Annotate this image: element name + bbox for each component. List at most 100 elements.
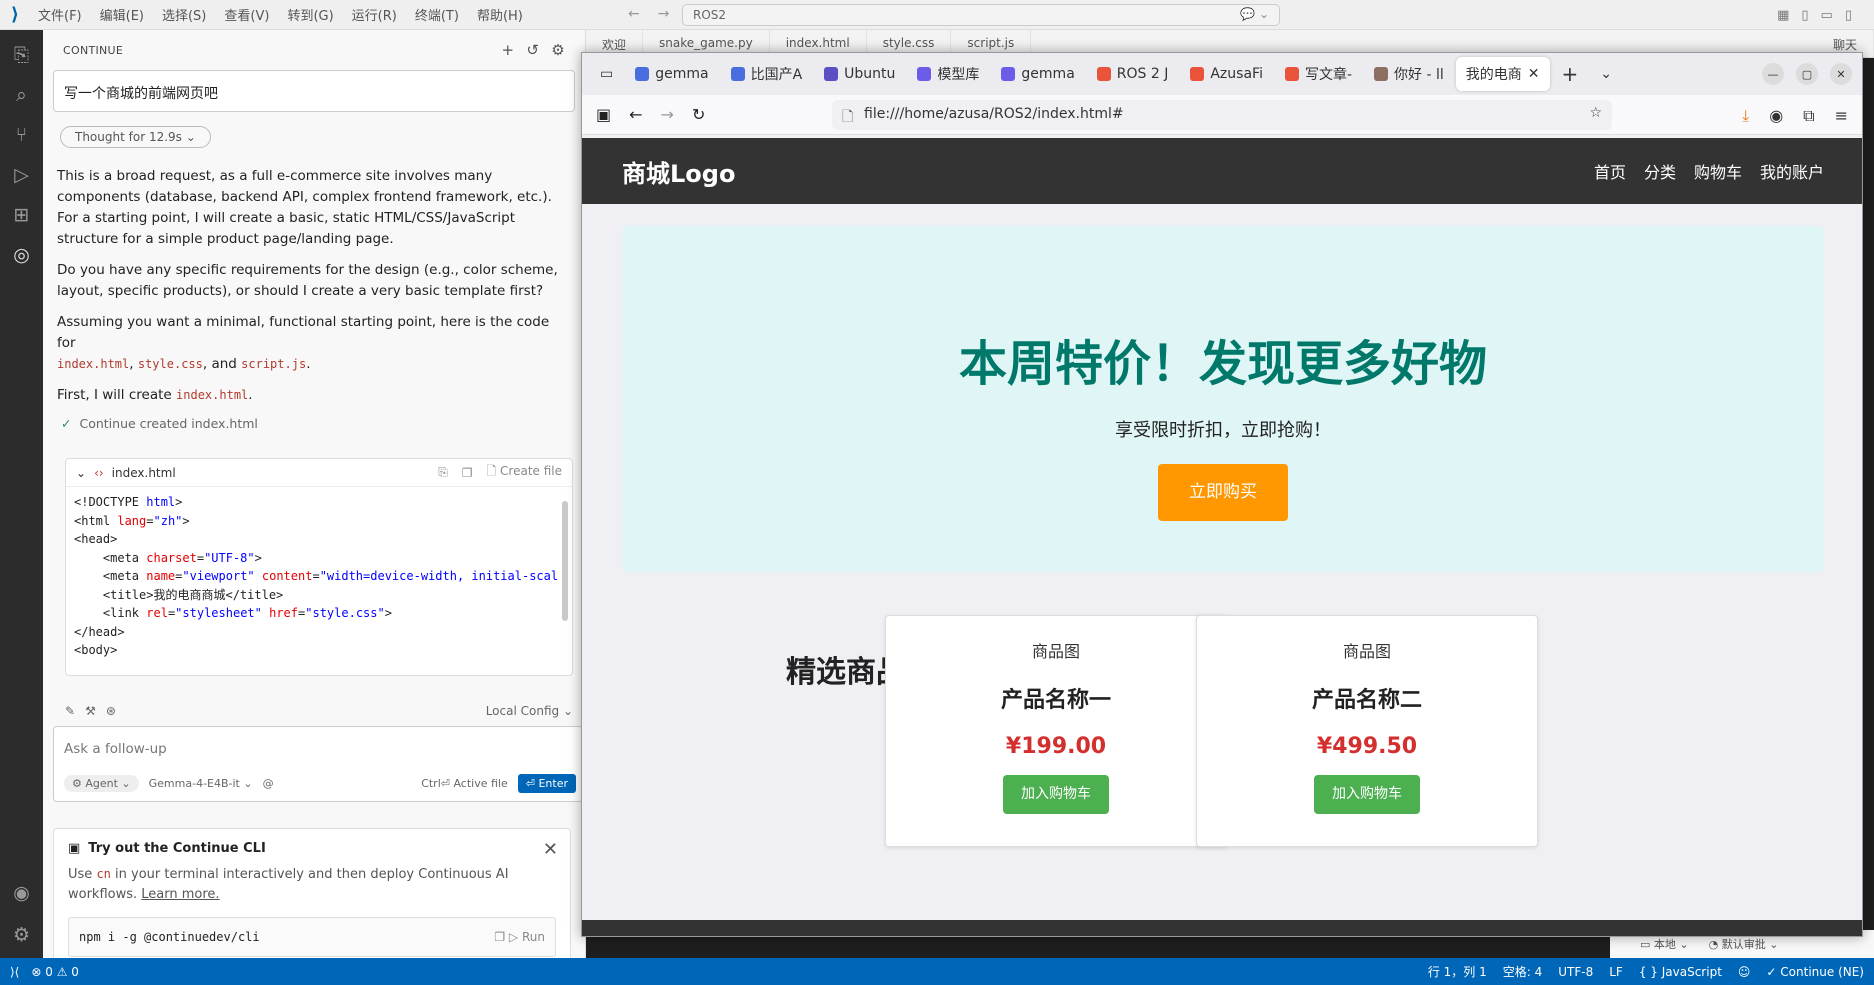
forward-arrow-icon[interactable]: → <box>658 6 670 22</box>
menu-edit[interactable]: 编辑(E) <box>100 5 144 24</box>
tab-list-icon[interactable]: ▭ <box>590 57 623 91</box>
explorer-icon[interactable]: ⎘ <box>9 42 35 68</box>
reload-icon[interactable]: ↻ <box>692 105 705 124</box>
menu-icon[interactable]: ≡ <box>1835 106 1848 126</box>
account-icon[interactable]: ◉ <box>9 880 35 906</box>
search-icon[interactable]: ⌕ <box>9 82 35 108</box>
continue-icon[interactable]: ◎ <box>9 242 35 268</box>
tools-icon[interactable]: ⚒ <box>85 704 96 718</box>
continue-status[interactable]: ✓ Continue (NE) <box>1766 965 1864 979</box>
copilot-icon[interactable]: ☺ <box>1738 965 1751 979</box>
run-debug-icon[interactable]: ▷ <box>9 162 35 188</box>
enter-button[interactable]: ⏎ Enter <box>517 774 576 793</box>
browser-tab-active[interactable]: 我的电商 ✕ <box>1455 57 1550 91</box>
source-control-icon[interactable]: ⑂ <box>9 122 35 148</box>
run-button[interactable]: ❐ ▷ Run <box>494 930 545 944</box>
browser-tab[interactable]: 写文章- <box>1275 57 1362 91</box>
browser-tab[interactable]: 比国产A <box>721 57 813 91</box>
menu-run[interactable]: 运行(R) <box>352 5 397 24</box>
chevron-down-icon[interactable]: ⌄ <box>76 466 86 480</box>
browser-tab[interactable]: 你好 - ll <box>1364 57 1454 91</box>
encoding[interactable]: UTF-8 <box>1558 965 1593 979</box>
model-select[interactable]: Gemma-4-E4B-it ⌄ <box>149 777 253 790</box>
back-arrow-icon[interactable]: ← <box>628 6 640 22</box>
local-config-select[interactable]: Local Config ⌄ <box>486 704 573 718</box>
code-scrollbar[interactable] <box>562 501 568 621</box>
menu-help[interactable]: 帮助(H) <box>477 5 523 24</box>
csdn-icon <box>1096 67 1111 81</box>
nav-cart[interactable]: 购物车 <box>1694 159 1742 183</box>
bookmark-star-icon[interactable]: ☆ <box>1589 105 1602 121</box>
edit-icon[interactable]: ✎ <box>65 704 75 718</box>
copy-icon[interactable]: ❐ <box>462 466 473 480</box>
tab-overflow-icon[interactable]: ⌄ <box>1590 57 1622 91</box>
command-center-search[interactable]: ROS2 💬 ⌄ <box>682 4 1280 26</box>
line-ending[interactable]: LF <box>1609 965 1623 979</box>
forward-icon[interactable]: → <box>661 105 674 124</box>
menu-terminal[interactable]: 终端(T) <box>415 5 459 24</box>
settings-icon[interactable]: ⚙ <box>551 41 565 59</box>
history-icon[interactable]: ↺ <box>526 41 539 59</box>
extensions-icon[interactable]: ⊞ <box>9 202 35 228</box>
add-to-cart-button[interactable]: 加入购物车 <box>1314 775 1420 814</box>
browser-tab[interactable]: gemma <box>991 57 1084 91</box>
followup-input[interactable]: Ask a follow-up ⚙ Agent ⌄ Gemma-4-E4B-it… <box>53 726 583 802</box>
menu-view[interactable]: 查看(V) <box>224 5 269 24</box>
nav-account[interactable]: 我的账户 <box>1760 159 1824 183</box>
user-prompt[interactable]: 写一个商城的前端网页吧 <box>53 70 575 112</box>
close-icon[interactable]: ✕ <box>543 839 558 860</box>
nav-home[interactable]: 首页 <box>1594 159 1626 183</box>
context-icon[interactable]: ⊛ <box>106 704 116 718</box>
config-row: ✎ ⚒ ⊛ Local Config ⌄ <box>65 702 573 720</box>
llama-icon <box>1374 67 1389 81</box>
html-file-icon: ‹› <box>94 465 104 480</box>
nav-category[interactable]: 分类 <box>1644 159 1676 183</box>
inline-file-index-2: index.html <box>176 388 249 402</box>
back-icon[interactable]: ← <box>629 105 642 124</box>
active-file-hint[interactable]: Ctrl⏎ Active file <box>421 777 508 790</box>
cursor-position[interactable]: 行 1，列 1 <box>1428 963 1487 980</box>
url-bar[interactable]: 🗋 file:///home/azusa/ROS2/index.html# ☆ <box>832 100 1612 130</box>
add-to-cart-button[interactable]: 加入购物车 <box>1003 775 1109 814</box>
create-file-button[interactable]: 🗋 Create file <box>487 462 562 483</box>
new-tab-icon[interactable]: + <box>1552 57 1589 91</box>
toggle-sidebar-icon[interactable]: ▯ <box>1801 8 1808 23</box>
chat-icon[interactable]: 💬 ⌄ <box>1240 7 1269 21</box>
account-icon[interactable]: ◉ <box>1769 106 1783 126</box>
layout-icon[interactable]: ▦ <box>1777 8 1789 23</box>
close-tab-icon[interactable]: ✕ <box>1528 66 1540 82</box>
indentation[interactable]: 空格: 4 <box>1503 963 1543 980</box>
maximize-icon[interactable]: ▢ <box>1796 63 1818 85</box>
approval-select[interactable]: ◔ 默认审批 ⌄ <box>1709 936 1779 952</box>
local-select[interactable]: ▭ 本地 ⌄ <box>1640 936 1689 952</box>
settings-gear-icon[interactable]: ⚙ <box>9 922 35 948</box>
menu-select[interactable]: 选择(S) <box>162 5 206 24</box>
agent-mode-select[interactable]: ⚙ Agent ⌄ <box>64 775 139 792</box>
browser-tab[interactable]: 模型库 <box>907 57 989 91</box>
thought-toggle[interactable]: Thought for 12.9s ⌄ <box>60 126 211 148</box>
close-window-icon[interactable]: ✕ <box>1830 63 1852 85</box>
toggle-panel-icon[interactable]: ▭ <box>1821 8 1833 23</box>
menu-go[interactable]: 转到(G) <box>287 5 333 24</box>
minimize-icon[interactable]: — <box>1762 63 1784 85</box>
new-chat-icon[interactable]: + <box>502 41 515 59</box>
product-price: ¥499.50 <box>1316 734 1418 759</box>
product-name: 产品名称二 <box>1311 688 1422 713</box>
browser-tab[interactable]: AzusaFi <box>1180 57 1273 91</box>
remote-icon[interactable]: ⟩⟨ <box>10 965 19 979</box>
at-mention-icon[interactable]: @ <box>263 777 274 790</box>
menu-file[interactable]: 文件(F) <box>38 5 82 24</box>
download-icon[interactable]: ⤓ <box>1742 106 1749 126</box>
extensions-icon[interactable]: ⧉ <box>1803 106 1814 126</box>
problems-indicator[interactable]: ⊗ 0 ⚠ 0 <box>31 965 79 979</box>
toggle-secondary-icon[interactable]: ▯ <box>1845 8 1852 23</box>
learn-more-link[interactable]: Learn more. <box>141 887 219 902</box>
browser-tab[interactable]: gemma <box>625 57 718 91</box>
site-logo[interactable]: 商城Logo <box>622 154 735 189</box>
language-mode[interactable]: { } JavaScript <box>1639 965 1722 979</box>
browser-tab[interactable]: Ubuntu <box>814 57 905 91</box>
insert-icon[interactable]: ⎘ <box>438 465 448 480</box>
buy-now-button[interactable]: 立即购买 <box>1158 464 1288 521</box>
sidebar-toggle-icon[interactable]: ▣ <box>596 105 611 124</box>
browser-tab[interactable]: ROS 2 J <box>1087 57 1179 91</box>
